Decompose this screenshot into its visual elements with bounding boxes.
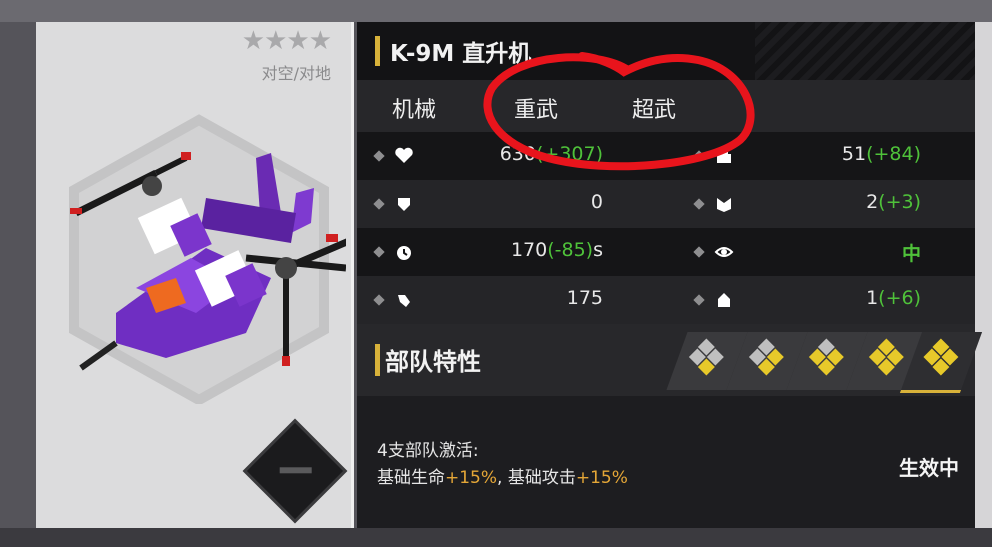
background-right-edge (975, 22, 992, 528)
speed-icon (398, 295, 410, 307)
trait-condition: 4支部队激活: (377, 441, 479, 461)
unit-count-icon (718, 293, 730, 307)
clock-icon (397, 246, 411, 260)
stat-hp: 630(+307) (499, 143, 603, 165)
stat-vision: 中 (901, 243, 921, 265)
row-marker (693, 198, 705, 210)
unit-tags: 机械 重武 超武 (357, 80, 975, 132)
helicopter-unit-icon (70, 152, 346, 371)
eye-icon (714, 247, 734, 257)
unit-role: 对空/对地 (261, 64, 331, 83)
stat-row-4: 175 1(+6) (357, 276, 975, 324)
trait-description: 4支部队激活: 基础生命+15%, 基础攻击+15% (377, 438, 628, 492)
background-bottom (0, 528, 992, 547)
population-icon (717, 198, 731, 212)
trait-tier-5-icon (923, 338, 959, 376)
unit-name: K-9M 直升机 (390, 41, 532, 67)
tag-super-weapon: 超武 (632, 98, 677, 123)
star-rating: ★★★★ (241, 26, 332, 56)
row-marker (693, 246, 705, 258)
stat-attack: 51(+84) (841, 143, 921, 165)
tier-badge-icon (242, 418, 348, 524)
background-top (0, 0, 992, 22)
trait-title: 部队特性 (385, 348, 481, 376)
heart-icon (395, 147, 413, 163)
tag-mechanical: 机械 (392, 98, 437, 123)
row-marker (373, 198, 385, 210)
trait-status: 生效中 (899, 456, 959, 480)
stat-population: 2(+3) (866, 191, 921, 213)
trait-tier-2-icon (748, 338, 784, 376)
attack-icon (717, 150, 731, 163)
row-marker (373, 294, 385, 306)
shield-icon (398, 198, 410, 211)
row-marker (373, 150, 385, 162)
row-marker (693, 150, 705, 162)
trait-effect-text: 基础生命+15%, 基础攻击+15% (377, 468, 628, 488)
trait-accent (375, 344, 380, 376)
tag-heavy-weapon: 重武 (514, 98, 559, 123)
trait-header: 部队特性 (357, 324, 983, 396)
row-marker (693, 294, 705, 306)
trait-tier-3-icon (808, 338, 844, 376)
title-stripes (755, 22, 975, 80)
stat-speed: 175 (566, 287, 603, 309)
row-marker (373, 246, 385, 258)
stat-row-3: 170(-85)s 中 (357, 228, 975, 276)
stat-unit-count: 1(+6) (866, 287, 921, 309)
title-bar: K-9M 直升机 (357, 22, 975, 80)
title-accent (375, 36, 380, 66)
stat-cooldown: 170(-85)s (510, 239, 603, 261)
trait-tier-1-icon (688, 338, 724, 376)
stat-armor: 0 (590, 191, 603, 213)
trait-tier-4-icon (868, 338, 904, 376)
stat-row-2: 0 2(+3) (357, 180, 975, 228)
unit-card[interactable]: ★★★★ 对空/对地 (36, 22, 354, 528)
stat-row-1: 630(+307) 51(+84) (357, 132, 975, 180)
unit-info-panel: K-9M 直升机 机械 重武 超武 630(+307) 51(+84) 0 2(… (357, 22, 983, 528)
